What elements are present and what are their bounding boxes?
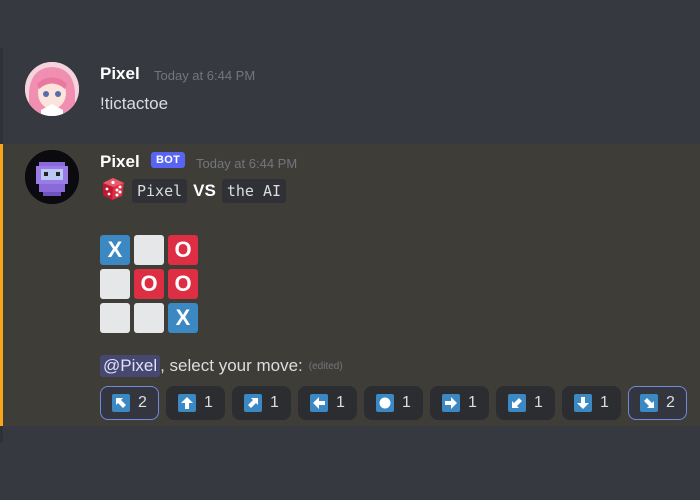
- bot-badge: BOT: [151, 152, 186, 168]
- arrow-down-icon: [574, 394, 593, 412]
- move-button-arrow-down[interactable]: 1: [562, 386, 621, 420]
- board-cell: [100, 303, 130, 333]
- move-count: 2: [666, 394, 675, 411]
- arrow-up-right-icon: [244, 394, 263, 412]
- arrow-right-icon: [442, 394, 461, 412]
- center-circle-icon: [376, 394, 395, 412]
- user-avatar[interactable]: [25, 62, 79, 116]
- bot-avatar[interactable]: [25, 150, 79, 204]
- move-button-arrow-up[interactable]: 1: [166, 386, 225, 420]
- move-buttons: 2 1 1 1 1 1 1 1 2: [100, 386, 687, 420]
- arrow-down-left-icon: [508, 394, 527, 412]
- board-cell: O: [168, 235, 198, 265]
- arrow-down-right-icon: [640, 394, 659, 412]
- player2-name: the AI: [221, 179, 287, 203]
- board-cell: [134, 235, 164, 265]
- move-count: 1: [270, 394, 279, 411]
- move-count: 1: [468, 394, 477, 411]
- move-count: 1: [336, 394, 345, 411]
- move-prompt: @Pixel , select your move: (edited): [100, 355, 343, 377]
- game-title: Pixel VS the AI: [100, 176, 287, 207]
- game-die-icon: [100, 176, 126, 207]
- timestamp: Today at 6:44 PM: [196, 156, 298, 171]
- arrow-up-icon: [178, 394, 197, 412]
- board-cell: O: [168, 269, 198, 299]
- player1-name: Pixel: [132, 179, 188, 203]
- prompt-text: , select your move:: [160, 356, 303, 375]
- tictactoe-board: XOOOX: [100, 235, 198, 333]
- move-count: 1: [204, 394, 213, 411]
- message-bot: Pixel BOT Today at 6:44 PM Pixel VS the …: [0, 144, 700, 426]
- move-button-arrow-down-left[interactable]: 1: [496, 386, 555, 420]
- edited-label: (edited): [308, 360, 343, 372]
- user-mention[interactable]: @Pixel: [100, 355, 161, 377]
- move-button-arrow-up-left[interactable]: 2: [100, 386, 159, 420]
- board-cell: [134, 303, 164, 333]
- move-button-arrow-right[interactable]: 1: [430, 386, 489, 420]
- timestamp: Today at 6:44 PM: [154, 68, 256, 83]
- arrow-up-left-icon: [112, 394, 131, 412]
- username[interactable]: Pixel: [100, 64, 140, 84]
- move-count: 1: [600, 394, 609, 411]
- move-button-arrow-left[interactable]: 1: [298, 386, 357, 420]
- board-cell: [100, 269, 130, 299]
- move-button-center-circle[interactable]: 1: [364, 386, 423, 420]
- move-count: 2: [138, 394, 147, 411]
- move-count: 1: [534, 394, 543, 411]
- username[interactable]: Pixel: [100, 152, 140, 172]
- move-button-arrow-up-right[interactable]: 1: [232, 386, 291, 420]
- move-count: 1: [402, 394, 411, 411]
- message-user: Pixel Today at 6:44 PM !tictactoe: [0, 52, 700, 142]
- board-cell: X: [100, 235, 130, 265]
- move-button-arrow-down-right[interactable]: 2: [628, 386, 687, 420]
- board-cell: X: [168, 303, 198, 333]
- board-cell: O: [134, 269, 164, 299]
- message-content: !tictactoe: [100, 94, 169, 113]
- vs-label: VS: [193, 181, 216, 200]
- arrow-left-icon: [310, 394, 329, 412]
